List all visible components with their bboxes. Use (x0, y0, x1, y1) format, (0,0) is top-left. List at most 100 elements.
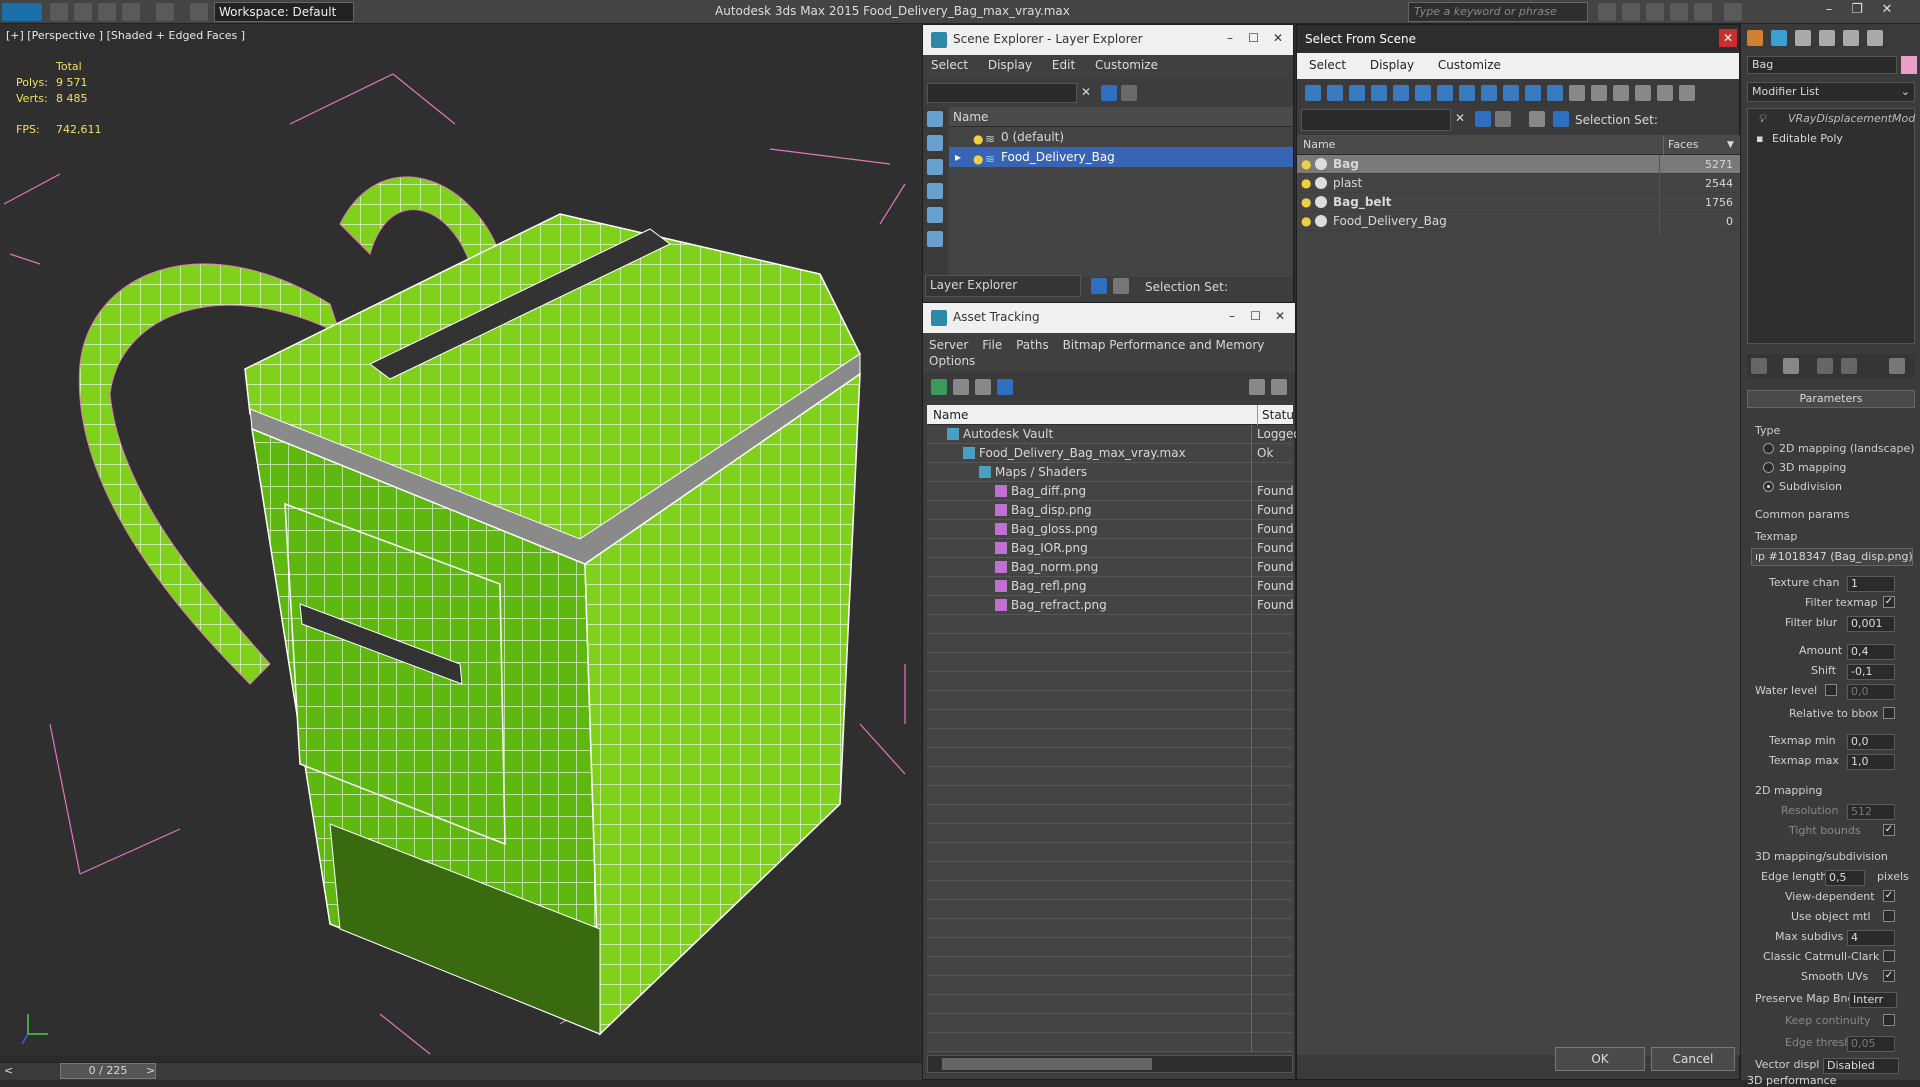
object-row[interactable]: ● Bag_belt 1756 (1297, 193, 1741, 212)
tight-bounds-checkbox[interactable]: ✓ (1883, 824, 1895, 836)
name-filter-input[interactable] (1301, 109, 1451, 131)
communication-icon[interactable] (1646, 3, 1664, 21)
layer-row-selected[interactable]: ▸ ● ≋ Food_Delivery_Bag (949, 147, 1293, 167)
bulb-icon[interactable]: ● (1301, 193, 1311, 212)
show-end-result-icon[interactable] (1783, 358, 1799, 374)
layer-toggle-icon[interactable] (1091, 278, 1107, 294)
ok-button[interactable]: OK (1555, 1047, 1645, 1071)
table-view-icon[interactable] (997, 379, 1013, 395)
hierarchy-icon[interactable] (1553, 111, 1569, 127)
menu-customize[interactable]: Customize (1438, 58, 1501, 72)
object-row[interactable]: ● Food_Delivery_Bag 0 (1297, 212, 1741, 231)
close-icon[interactable]: ✕ (1275, 309, 1285, 323)
bulb-icon[interactable]: ● (1301, 155, 1311, 174)
layers-icon[interactable] (1529, 111, 1545, 127)
options-icon[interactable] (1495, 111, 1511, 127)
filter-groups-icon[interactable] (1437, 85, 1453, 101)
smooth-uvs-checkbox[interactable]: ✓ (1883, 970, 1895, 982)
expand-arrow-icon[interactable]: ▸ (955, 147, 961, 167)
display-cameras-icon[interactable] (927, 183, 943, 199)
list-view-icon[interactable] (953, 379, 969, 395)
column-status[interactable]: Status (1257, 405, 1300, 425)
minimize-button[interactable]: – (1818, 2, 1840, 22)
resolution-input[interactable]: 512 (1847, 804, 1895, 820)
stack-item-editable-poly[interactable]: ▪ Editable Poly (1748, 129, 1914, 149)
chevron-down-icon[interactable]: ⌄ (1901, 85, 1910, 98)
edge-thresh-input[interactable]: 0,05 (1847, 1036, 1895, 1052)
asset-row[interactable]: Food_Delivery_Bag_max_vray.max Ok (927, 444, 1293, 463)
bulb-icon[interactable]: ● (1301, 174, 1311, 193)
timeline-next-icon[interactable]: > (146, 1064, 155, 1077)
menu-file[interactable]: File (982, 338, 1002, 352)
display-helpers-icon[interactable] (927, 207, 943, 223)
max-subdivs-input[interactable]: 4 (1847, 930, 1895, 946)
maximize-icon[interactable]: ☐ (1250, 309, 1261, 323)
motion-tab-icon[interactable] (1819, 30, 1835, 46)
cancel-button[interactable]: Cancel (1651, 1047, 1735, 1071)
water-level-input[interactable]: 0,0 (1847, 684, 1895, 700)
asset-row[interactable]: Bag_norm.png Found (927, 558, 1294, 577)
save-file-icon[interactable] (98, 3, 116, 21)
options-icon[interactable] (1121, 85, 1137, 101)
filter-texmap-checkbox[interactable]: ✓ (1883, 596, 1895, 608)
display-lights-icon[interactable] (927, 159, 943, 175)
utilities-tab-icon[interactable] (1867, 30, 1883, 46)
object-color-swatch[interactable] (1901, 56, 1917, 74)
filter-sort-icon[interactable] (1635, 85, 1651, 101)
create-tab-icon[interactable] (1747, 30, 1763, 46)
keep-continuity-checkbox[interactable] (1883, 1014, 1895, 1026)
minimize-icon[interactable]: – (1227, 31, 1233, 45)
filter-xrefs-icon[interactable] (1459, 85, 1475, 101)
make-unique-icon[interactable] (1817, 358, 1833, 374)
hierarchy-icon[interactable] (1113, 278, 1129, 294)
open-file-icon[interactable] (74, 3, 92, 21)
display-shapes-icon[interactable] (927, 135, 943, 151)
modifier-list-dropdown[interactable]: Modifier List ⌄ (1747, 82, 1915, 102)
filter-helpers-icon[interactable] (1393, 85, 1409, 101)
binoculars-icon[interactable] (1598, 3, 1616, 21)
filter-blur-input[interactable]: 0,001 (1847, 616, 1895, 632)
thumbnail-view-icon[interactable] (975, 379, 991, 395)
new-file-icon[interactable] (50, 3, 68, 21)
close-x-icon[interactable] (1694, 3, 1712, 21)
scrollbar-thumb[interactable] (942, 1058, 1152, 1070)
filter-display-none-icon[interactable] (1591, 85, 1607, 101)
texture-chan-input[interactable]: 1 (1847, 576, 1895, 592)
remove-modifier-icon[interactable] (1841, 358, 1857, 374)
menu-select[interactable]: Select (931, 58, 968, 72)
radio-2d-mapping[interactable] (1763, 443, 1774, 454)
star-icon[interactable] (1670, 3, 1688, 21)
search-input[interactable]: Type a keyword or phrase (1408, 2, 1588, 22)
filter-cameras-icon[interactable] (1371, 85, 1387, 101)
asset-row[interactable]: Autodesk Vault Logged (927, 425, 1301, 444)
pin-stack-icon[interactable] (1751, 358, 1767, 374)
filter-bones-icon[interactable] (1481, 85, 1497, 101)
hierarchy-tab-icon[interactable] (1795, 30, 1811, 46)
menu-select[interactable]: Select (1309, 58, 1346, 72)
menu-customize[interactable]: Customize (1095, 58, 1158, 72)
display-tab-icon[interactable] (1843, 30, 1859, 46)
column-name[interactable]: Name (1303, 135, 1335, 155)
filter-hidden-icon[interactable] (1547, 85, 1563, 101)
perspective-viewport[interactable]: [+] [Perspective ] [Shaded + Edged Faces… (0, 24, 922, 1056)
asset-row[interactable]: Bag_disp.png Found (927, 501, 1294, 520)
filter-icon[interactable] (1101, 85, 1117, 101)
use-object-mtl-checkbox[interactable] (1883, 910, 1895, 922)
filter-containers-icon[interactable] (1503, 85, 1519, 101)
texmap-min-input[interactable]: 0,0 (1847, 734, 1895, 750)
display-spacewarps-icon[interactable] (927, 231, 943, 247)
preserve-map-dropdown[interactable]: Interr (1849, 992, 1897, 1008)
filter-display-all-icon[interactable] (1569, 85, 1585, 101)
filter-expand-all-icon[interactable] (1657, 85, 1673, 101)
menu-display[interactable]: Display (1370, 58, 1414, 72)
asset-row[interactable]: Bag_gloss.png Found (927, 520, 1294, 539)
modify-tab-icon[interactable] (1771, 30, 1787, 46)
close-icon[interactable]: ✕ (1719, 29, 1737, 47)
menu-paths[interactable]: Paths (1016, 338, 1049, 352)
restore-button[interactable]: ❐ (1846, 2, 1868, 22)
project-folder-icon[interactable] (190, 3, 208, 21)
tools-icon[interactable] (1622, 3, 1640, 21)
filter-icon[interactable] (1475, 111, 1491, 127)
vector-displ-dropdown[interactable]: Disabled (1823, 1058, 1899, 1074)
asset-row[interactable]: Bag_diff.png Found (927, 482, 1294, 501)
